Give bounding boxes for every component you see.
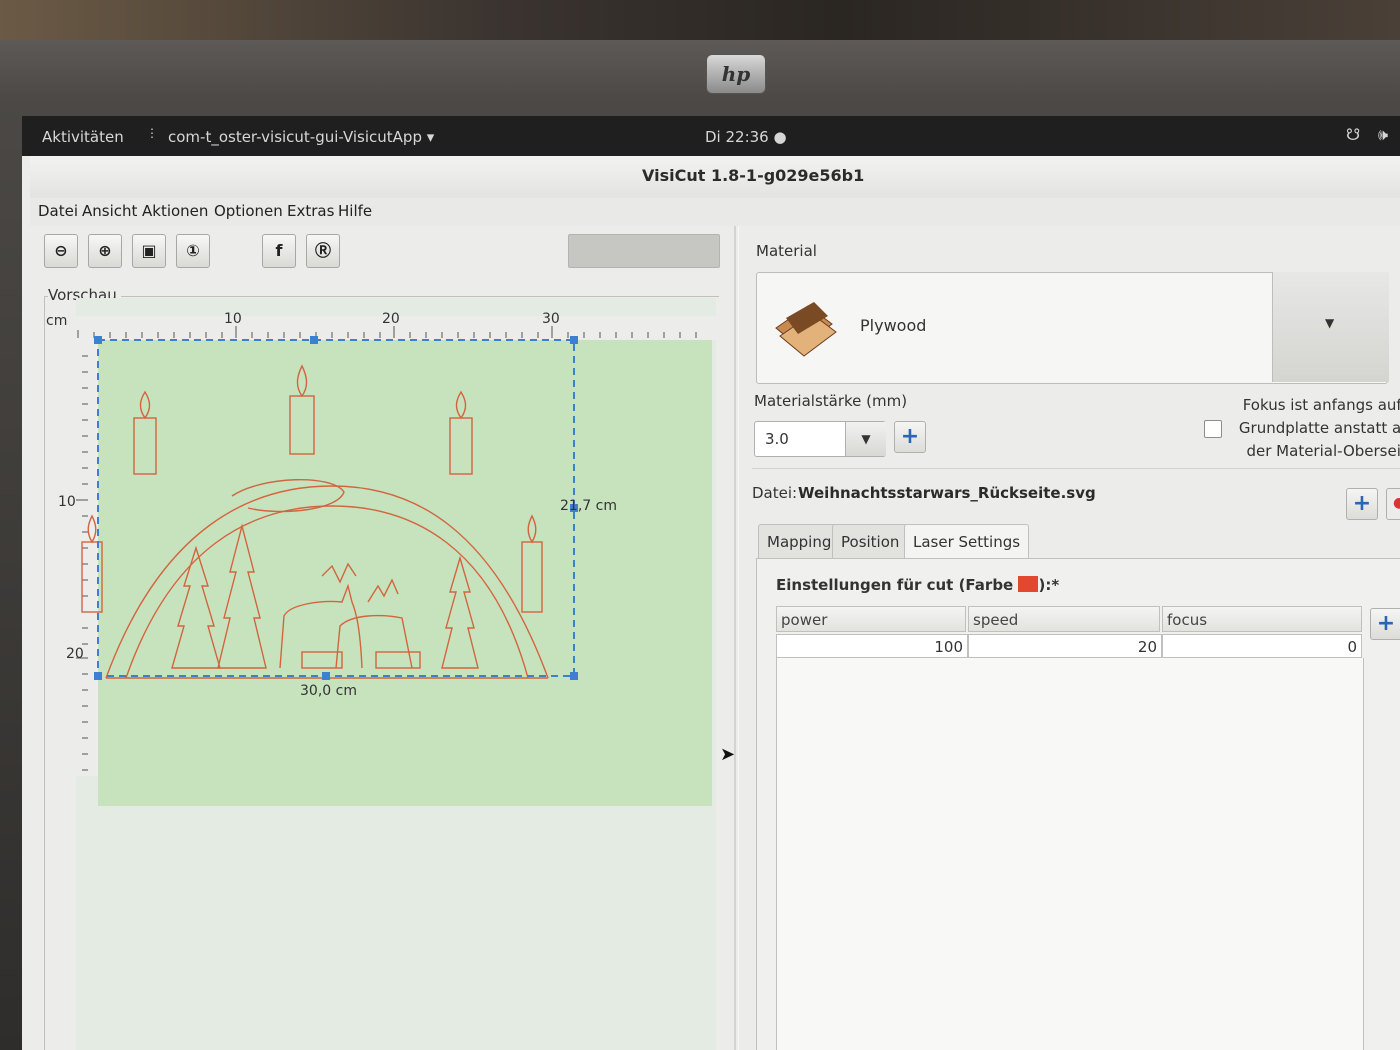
resize-handle-bottom[interactable]: [322, 672, 330, 680]
window-title: VisiCut 1.8-1-g029e56b1: [642, 166, 865, 185]
screen: Aktivitäten ⋮ com-t_oster-visicut-gui-Vi…: [22, 116, 1400, 1050]
share-button[interactable]: Ⓡ: [306, 234, 340, 268]
selection-frame[interactable]: [94, 336, 578, 680]
zoom-out-button[interactable]: ⊖: [44, 234, 78, 268]
ruler-top-label-30: 30: [542, 311, 560, 327]
activities-button[interactable]: Aktivitäten: [42, 128, 124, 146]
cell-power[interactable]: 100: [776, 634, 968, 658]
facebook-icon: f: [275, 241, 283, 260]
focus-option-text: Fokus ist anfangs auf d Grundplatte anst…: [1238, 396, 1400, 460]
height-dimension: 21,7 cm: [560, 498, 617, 514]
zoom-in-button[interactable]: ⊕: [88, 234, 122, 268]
facebook-button[interactable]: f: [262, 234, 296, 268]
plywood-icon: [775, 302, 837, 357]
system-top-bar: Aktivitäten ⋮ com-t_oster-visicut-gui-Vi…: [22, 116, 1400, 156]
split-divider[interactable]: [734, 226, 736, 1050]
ruler-top-label-10: 10: [224, 311, 242, 327]
plus-icon: +: [1376, 611, 1396, 636]
cell-speed[interactable]: 20: [968, 634, 1162, 658]
thickness-value: 3.0: [765, 430, 789, 448]
add-thickness-button[interactable]: +: [894, 421, 926, 453]
preview-canvas[interactable]: 10 20 30 10 20: [22, 296, 722, 996]
tab-position[interactable]: Position: [832, 524, 909, 559]
column-header-power[interactable]: power: [776, 606, 966, 632]
ruler-top-ticks: [77, 326, 697, 338]
tab-laser-settings[interactable]: Laser Settings: [904, 524, 1030, 559]
resize-handle-top[interactable]: [310, 336, 318, 344]
ruler-left-label-20: 20: [66, 646, 84, 662]
settings-table-body: [776, 658, 1364, 1050]
zoom-fit-icon: ▣: [141, 241, 157, 260]
column-header-focus[interactable]: focus: [1162, 606, 1362, 632]
cut-color-swatch: [1018, 576, 1039, 592]
plus-icon: +: [900, 424, 920, 449]
width-dimension: 30,0 cm: [300, 683, 357, 699]
add-file-button[interactable]: +: [1346, 488, 1378, 520]
app-menu[interactable]: com-t_oster-visicut-gui-VisicutApp ▾: [168, 128, 434, 146]
network-icon[interactable]: ☋: [1346, 125, 1360, 144]
column-header-speed[interactable]: speed: [968, 606, 1160, 632]
menu-hilfe[interactable]: Hilfe: [338, 202, 372, 220]
progress-bar: [568, 234, 720, 268]
cut-design[interactable]: [81, 364, 549, 679]
zoom-original-button[interactable]: ①: [176, 234, 210, 268]
material-label: Material: [756, 242, 817, 260]
tab-mapping[interactable]: Mapping: [758, 524, 841, 559]
material-dropdown[interactable]: ▼: [1272, 272, 1389, 382]
mouse-cursor-icon: ➤: [720, 744, 736, 765]
resize-handle-top-left[interactable]: [94, 336, 102, 344]
add-setting-button[interactable]: +: [1370, 608, 1400, 640]
resize-handle-bottom-left[interactable]: [94, 672, 102, 680]
file-name: Weihnachtsstarwars_Rückseite.svg: [798, 484, 1096, 502]
remove-icon: ●: [1393, 495, 1400, 511]
menu-optionen[interactable]: Optionen: [214, 202, 283, 220]
file-label: Datei:: [752, 484, 798, 502]
zoom-fit-button[interactable]: ▣: [132, 234, 166, 268]
menu-bar: Datei Ansicht Aktionen Optionen Extras H…: [30, 198, 1400, 226]
remove-file-button[interactable]: ●: [1386, 488, 1400, 520]
volume-icon[interactable]: 🕪: [1378, 125, 1388, 145]
menu-ansicht[interactable]: Ansicht: [82, 202, 137, 220]
menu-extras[interactable]: Extras: [287, 202, 334, 220]
clock[interactable]: Di 22:36 ●: [705, 128, 787, 146]
zoom-in-icon: ⊕: [98, 241, 112, 260]
material-name: Plywood: [860, 316, 927, 335]
resize-handle-bottom-right[interactable]: [570, 672, 578, 680]
focus-checkbox[interactable]: [1204, 420, 1222, 438]
menu-datei[interactable]: Datei: [38, 202, 78, 220]
settings-heading: Einstellungen für cut (Farbe ):*: [776, 576, 1060, 594]
hp-logo: hp: [706, 54, 766, 94]
thickness-combobox[interactable]: 3.0 ▼: [754, 421, 886, 457]
menu-aktionen[interactable]: Aktionen: [142, 202, 208, 220]
ruler-top-label-20: 20: [382, 311, 400, 327]
chevron-down-icon: ▼: [1325, 316, 1335, 330]
ruler-left-label-10: 10: [58, 494, 76, 510]
thickness-label: Materialstärke (mm): [754, 392, 908, 410]
app-menu-icon: ⋮: [146, 126, 158, 140]
thingiverse-icon: Ⓡ: [314, 241, 331, 260]
plus-icon: +: [1352, 491, 1372, 516]
zoom-original-icon: ①: [186, 241, 200, 260]
cell-focus[interactable]: 0: [1162, 634, 1362, 658]
window-titlebar[interactable]: VisiCut 1.8-1-g029e56b1: [30, 156, 1400, 199]
resize-handle-top-right[interactable]: [570, 336, 578, 344]
zoom-out-icon: ⊖: [54, 241, 68, 260]
chevron-down-icon[interactable]: ▼: [845, 422, 886, 456]
